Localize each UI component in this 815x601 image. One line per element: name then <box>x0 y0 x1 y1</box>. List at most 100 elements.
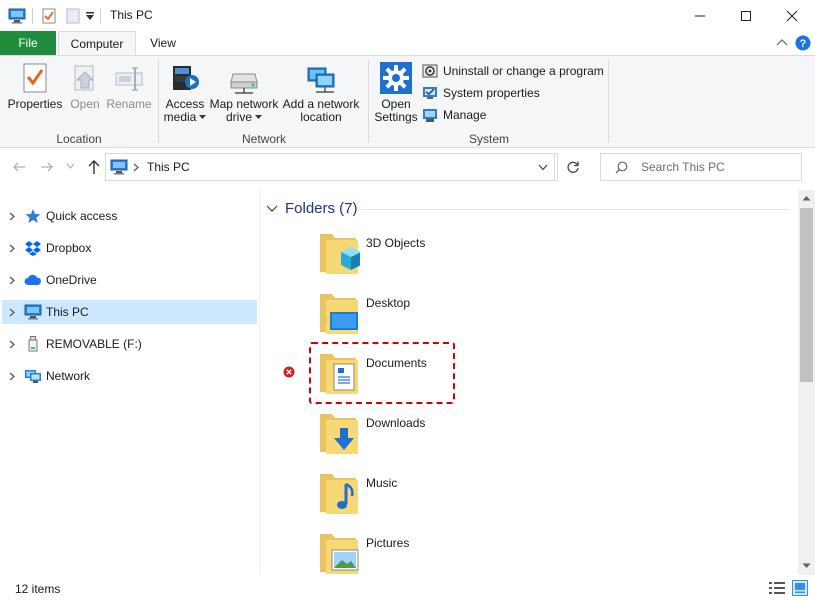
open-settings-button[interactable]: Open Settings <box>372 62 420 124</box>
recent-locations-button[interactable] <box>66 163 75 169</box>
sidebar-item-dropbox[interactable]: Dropbox <box>2 236 257 260</box>
ribbon-tabs: File Computer View ? <box>0 31 815 56</box>
window-title: This PC <box>110 8 153 22</box>
forward-arrow-icon <box>41 162 53 172</box>
dropdown-arrow-icon <box>199 115 207 119</box>
location-group-label: Location <box>56 132 102 146</box>
search-icon <box>615 161 628 174</box>
3d-objects-folder-icon <box>318 230 360 276</box>
vertical-scrollbar[interactable] <box>798 190 815 575</box>
search-input[interactable]: Search This PC <box>641 160 725 174</box>
chevron-right-icon[interactable] <box>4 244 20 253</box>
folder-music[interactable]: Music <box>318 470 518 526</box>
sidebar-item-onedrive[interactable]: OneDrive <box>2 268 257 292</box>
sidebar-item-label: Dropbox <box>46 241 92 255</box>
media-icon <box>169 62 201 94</box>
navigation-pane: Quick access Dropbox OneDrive This PC RE… <box>0 190 260 575</box>
uninstall-label: Uninstall or change a program <box>443 64 604 78</box>
usb-drive-icon <box>24 336 42 352</box>
folder-name: Documents <box>366 356 427 370</box>
minimize-button[interactable] <box>677 0 723 31</box>
sidebar-item-removable-drive[interactable]: REMOVABLE (F:) <box>2 332 257 356</box>
scroll-thumb[interactable] <box>800 208 813 382</box>
open-icon <box>71 62 99 94</box>
sidebar-item-label: OneDrive <box>46 273 97 287</box>
manage-button[interactable]: Manage <box>422 105 486 125</box>
cloud-icon <box>24 272 42 288</box>
star-icon <box>24 208 42 224</box>
sidebar-item-this-pc[interactable]: This PC <box>2 300 257 324</box>
properties-icon <box>21 62 49 94</box>
forward-button[interactable] <box>40 160 54 174</box>
downloads-folder-icon <box>318 410 360 456</box>
address-bar[interactable]: This PC <box>105 153 579 181</box>
properties-button[interactable]: Properties <box>6 62 64 111</box>
system-properties-button[interactable]: System properties <box>422 83 540 103</box>
tab-file[interactable]: File <box>0 31 56 55</box>
manage-icon <box>423 109 437 122</box>
dropdown-arrow-icon <box>255 115 262 119</box>
quick-new-folder-icon[interactable] <box>66 8 80 24</box>
tab-view[interactable]: View <box>140 31 186 55</box>
this-pc-icon <box>110 159 128 175</box>
address-history-dropdown[interactable] <box>538 164 548 171</box>
maximize-button[interactable] <box>723 0 769 31</box>
quick-properties-icon[interactable] <box>42 8 56 24</box>
pictures-folder-icon <box>318 530 360 575</box>
dropbox-icon <box>24 240 42 256</box>
close-button[interactable] <box>769 0 815 31</box>
folder-downloads[interactable]: Downloads <box>318 410 518 466</box>
content-pane: Folders (7) 3D Objects Desktop Documents… <box>262 190 798 575</box>
collapse-ribbon-icon[interactable] <box>776 37 788 47</box>
item-count: 12 items <box>15 582 61 596</box>
folder-name: Desktop <box>366 296 411 310</box>
monitor-icon <box>24 304 42 320</box>
scroll-down-icon[interactable] <box>802 563 811 569</box>
refresh-button[interactable] <box>566 160 580 174</box>
folder-3d-objects[interactable]: 3D Objects <box>318 230 518 286</box>
map-network-drive-button[interactable]: Map network drive <box>208 62 280 124</box>
large-icons-view-icon <box>792 580 808 596</box>
settings-gear-icon <box>380 62 412 94</box>
quick-access-dropdown-icon[interactable] <box>85 11 95 21</box>
help-icon[interactable]: ? <box>795 35 811 51</box>
desktop-folder-icon <box>318 290 360 336</box>
status-bar: 12 items <box>0 575 815 601</box>
up-button[interactable] <box>87 159 101 175</box>
add-network-location-button[interactable]: Add a network location <box>282 62 360 124</box>
uninstall-program-button[interactable]: Uninstall or change a program <box>422 61 604 81</box>
chevron-right-icon[interactable] <box>4 212 20 221</box>
details-view-button[interactable] <box>769 582 785 594</box>
rename-button[interactable]: Rename <box>106 62 152 111</box>
folder-name: Downloads <box>366 416 426 430</box>
sidebar-item-quick-access[interactable]: Quick access <box>2 204 257 228</box>
system-properties-icon <box>423 87 437 99</box>
open-settings-label-2: Settings <box>374 110 418 124</box>
open-button[interactable]: Open <box>66 62 104 111</box>
documents-folder-icon <box>318 350 360 396</box>
sidebar-item-label: Network <box>46 369 91 383</box>
access-media-button[interactable]: Access media <box>162 62 208 124</box>
chevron-right-icon[interactable] <box>4 308 20 317</box>
folder-pictures[interactable]: Pictures <box>318 530 518 575</box>
large-icons-view-button[interactable] <box>792 580 808 596</box>
chevron-right-icon[interactable] <box>4 340 20 349</box>
back-button[interactable] <box>12 160 26 174</box>
music-folder-icon <box>318 470 360 516</box>
scroll-up-icon[interactable] <box>802 195 811 201</box>
tab-computer[interactable]: Computer <box>58 31 136 56</box>
breadcrumb-this-pc[interactable]: This PC <box>147 160 190 174</box>
chevron-right-icon[interactable] <box>4 372 20 381</box>
network-group-label: Network <box>241 132 286 146</box>
folder-desktop[interactable]: Desktop <box>318 290 518 346</box>
navigation-bar: This PC Search This PC <box>0 148 815 186</box>
folder-documents[interactable]: Documents <box>318 350 518 406</box>
chevron-right-icon[interactable] <box>4 276 20 285</box>
sidebar-item-network[interactable]: Network <box>2 364 257 388</box>
error-status-icon <box>283 366 295 378</box>
sidebar-item-label: This PC <box>46 305 89 319</box>
breadcrumb-separator-icon[interactable] <box>133 163 139 172</box>
folder-name: Music <box>366 476 398 490</box>
search-box[interactable]: Search This PC <box>600 153 802 181</box>
folders-section-header[interactable]: Folders (7) <box>266 200 358 217</box>
